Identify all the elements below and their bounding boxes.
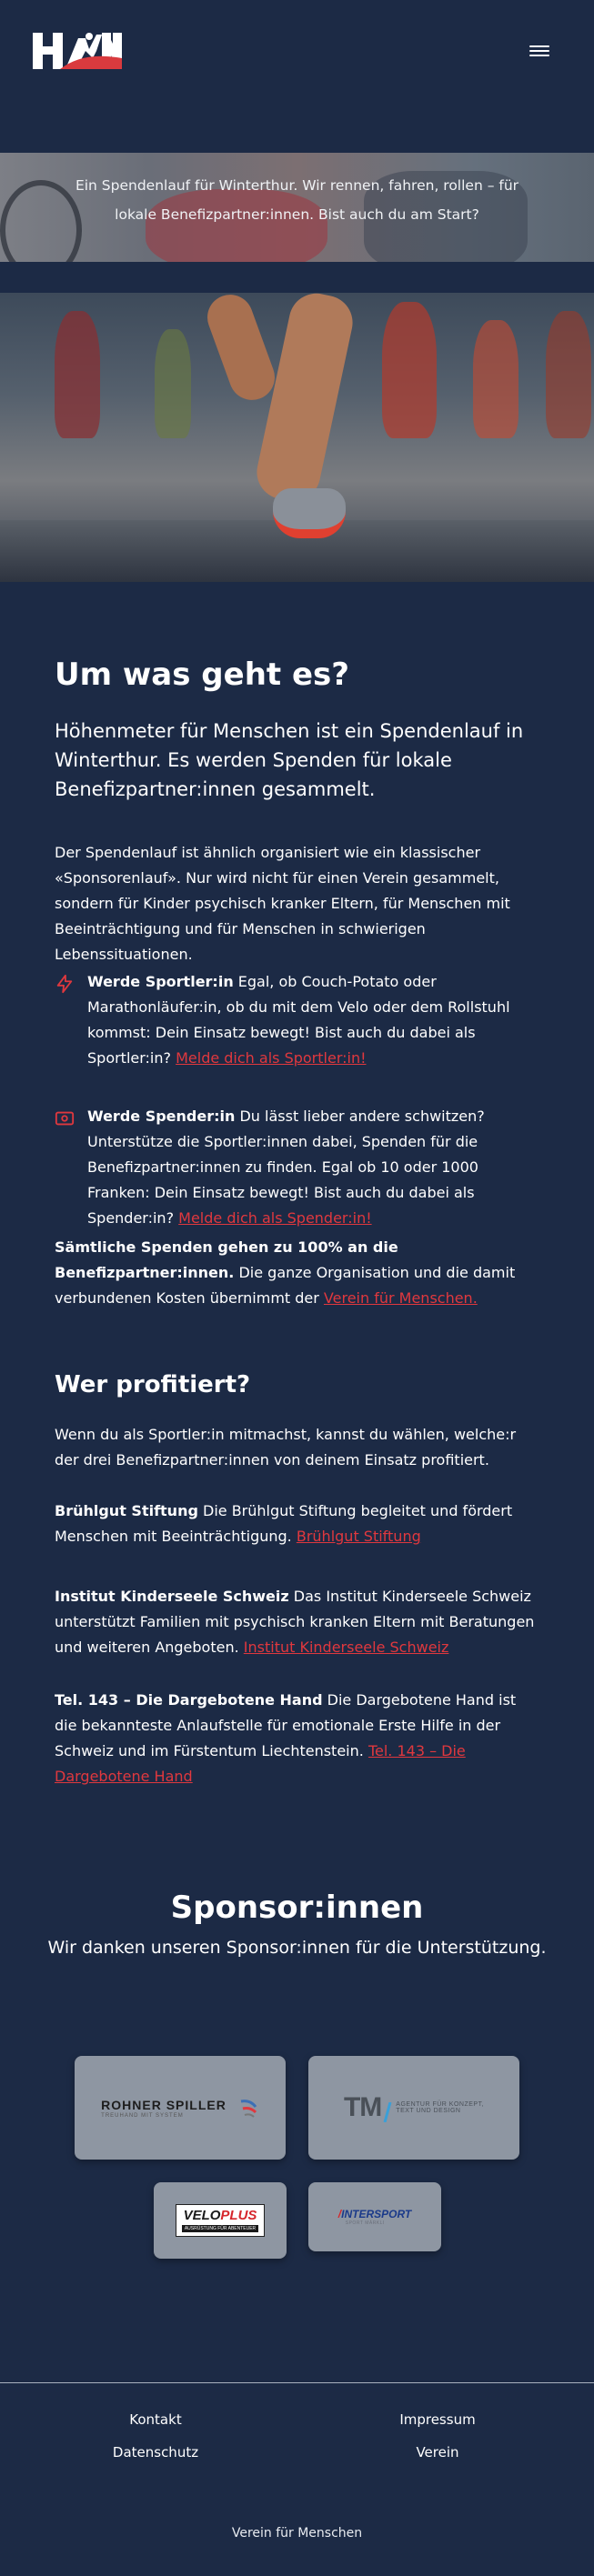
spender-signup-link[interactable]: Melde dich als Spender:in! <box>178 1209 371 1227</box>
beneficiary-item: Brühlgut Stiftung Die Brühlgut Stiftung … <box>55 1498 539 1549</box>
footer-link-datenschutz[interactable]: Datenschutz <box>65 2442 247 2462</box>
sponsors-subtitle: Wir danken unseren Sponsor:innen für die… <box>47 1938 547 1958</box>
about-lead: Höhenmeter für Menschen ist ein Spendenl… <box>55 720 524 800</box>
tm-logo-tagline-1: AGENTUR FÜR KONZEPT, <box>396 2101 485 2108</box>
runner-silhouette <box>473 320 518 438</box>
veloplus-logo-name: VELOPLUS <box>182 2209 258 2223</box>
feature-spender: Werde Spender:in Du lässt lieber andere … <box>55 1104 539 1231</box>
veloplus-logo-tagline: AUSRÜSTUNG FÜR ABENTEUER <box>181 2225 259 2232</box>
runner-leg <box>251 293 358 506</box>
sponsor-intersport[interactable]: /INTERSPORT SPORT MÄRKLI <box>308 2182 441 2251</box>
footer-link-verein[interactable]: Verein <box>347 2442 529 2462</box>
sponsor-rohner-spiller[interactable]: ROHNER SPILLER TREUHAND MIT SYSTEM <box>75 2056 286 2160</box>
sponsor-veloplus[interactable]: VELOPLUS AUSRÜSTUNG FÜR ABENTEUER <box>154 2182 287 2259</box>
veloplus-logo: VELOPLUS AUSRÜSTUNG FÜR ABENTEUER <box>175 2204 266 2237</box>
rohner-logo-tagline: TREUHAND MIT SYSTEM <box>101 2112 184 2119</box>
tm-logo-tagline-2: TEXT UND DESIGN <box>396 2108 461 2114</box>
tm-logo-name: TM <box>343 2092 382 2122</box>
runner-silhouette <box>546 311 591 438</box>
lightning-icon <box>56 974 73 994</box>
intersport-logo-text: INTERSPORT <box>341 2207 412 2220</box>
donation-note: Sämtliche Spenden gehen zu 100% an die B… <box>55 1235 539 1311</box>
beneficiary-item: Institut Kinderseele Schweiz Das Institu… <box>55 1584 539 1660</box>
beneficiaries-intro: Wenn du als Sportler:in mitmachst, kanns… <box>55 1426 517 1468</box>
runner-silhouette <box>55 311 100 438</box>
intersport-logo-tagline: SPORT MÄRKLI <box>345 2220 385 2226</box>
site-logo[interactable] <box>33 31 122 71</box>
rohner-logo-name: ROHNER SPILLER <box>101 2097 227 2112</box>
intersport-logo-name: /INTERSPORT <box>338 2207 412 2220</box>
veloplus-logo-plus: PLUS <box>220 2208 257 2223</box>
runner-silhouette <box>155 329 191 438</box>
intersport-logo: /INTERSPORT SPORT MÄRKLI <box>338 2207 412 2226</box>
menu-button[interactable] <box>529 43 549 61</box>
feature-sportler-title: Werde Sportler:in <box>87 973 234 990</box>
sportler-signup-link[interactable]: Melde dich als Sportler:in! <box>176 1049 366 1067</box>
about-title: Um was geht es? <box>55 657 350 693</box>
runner-photo <box>0 293 594 582</box>
feature-spender-title: Werde Spender:in <box>87 1108 236 1125</box>
hamburger-icon-line <box>529 55 549 56</box>
hero-text: Ein Spendenlauf für Winterthur. Wir renn… <box>75 177 519 223</box>
rohner-logo: ROHNER SPILLER TREUHAND MIT SYSTEM <box>101 2098 227 2119</box>
beneficiary-item: Tel. 143 – Die Dargebotene Hand Die Darg… <box>55 1688 539 1789</box>
hero-banner: Ein Spendenlauf für Winterthur. Wir renn… <box>0 153 594 262</box>
footer-copyright: Verein für Menschen <box>231 2526 363 2541</box>
bruehlgut-link[interactable]: Brühlgut Stiftung <box>297 1528 421 1545</box>
beneficiaries-title: Wer profitiert? <box>55 1371 251 1398</box>
sponsor-tm[interactable]: TM AGENTUR FÜR KONZEPT, TEXT UND DESIGN <box>308 2056 519 2160</box>
tm-slash-icon <box>383 2102 392 2122</box>
beneficiary-name: Tel. 143 – Die Dargebotene Hand <box>55 1691 323 1709</box>
running-shoe <box>273 488 346 538</box>
footer-divider <box>0 2382 594 2383</box>
about-intro: Der Spendenlauf ist ähnlich organisiert … <box>55 844 510 963</box>
sponsors-title: Sponsor:innen <box>170 1889 424 1926</box>
logo-graphic <box>33 33 122 69</box>
verein-link[interactable]: Verein für Menschen. <box>324 1289 478 1307</box>
money-icon <box>55 1111 75 1126</box>
hamburger-icon <box>529 45 549 47</box>
runner-leg-back <box>200 293 282 406</box>
footer-link-impressum[interactable]: Impressum <box>347 2410 529 2430</box>
runner-silhouette <box>382 302 437 438</box>
tm-logo-tagline: AGENTUR FÜR KONZEPT, TEXT UND DESIGN <box>396 2101 484 2114</box>
feature-sportler: Werde Sportler:in Egal, ob Couch-Potato … <box>55 969 539 1071</box>
beneficiary-name: Institut Kinderseele Schweiz <box>55 1588 289 1605</box>
veloplus-logo-velo: VELO <box>183 2208 221 2223</box>
hamburger-icon-line <box>529 50 549 52</box>
rohner-mark-icon <box>240 2100 257 2118</box>
site-header <box>0 0 594 105</box>
footer-link-kontakt[interactable]: Kontakt <box>65 2410 247 2430</box>
kinderseele-link[interactable]: Institut Kinderseele Schweiz <box>244 1639 449 1656</box>
beneficiary-name: Brühlgut Stiftung <box>55 1502 198 1519</box>
